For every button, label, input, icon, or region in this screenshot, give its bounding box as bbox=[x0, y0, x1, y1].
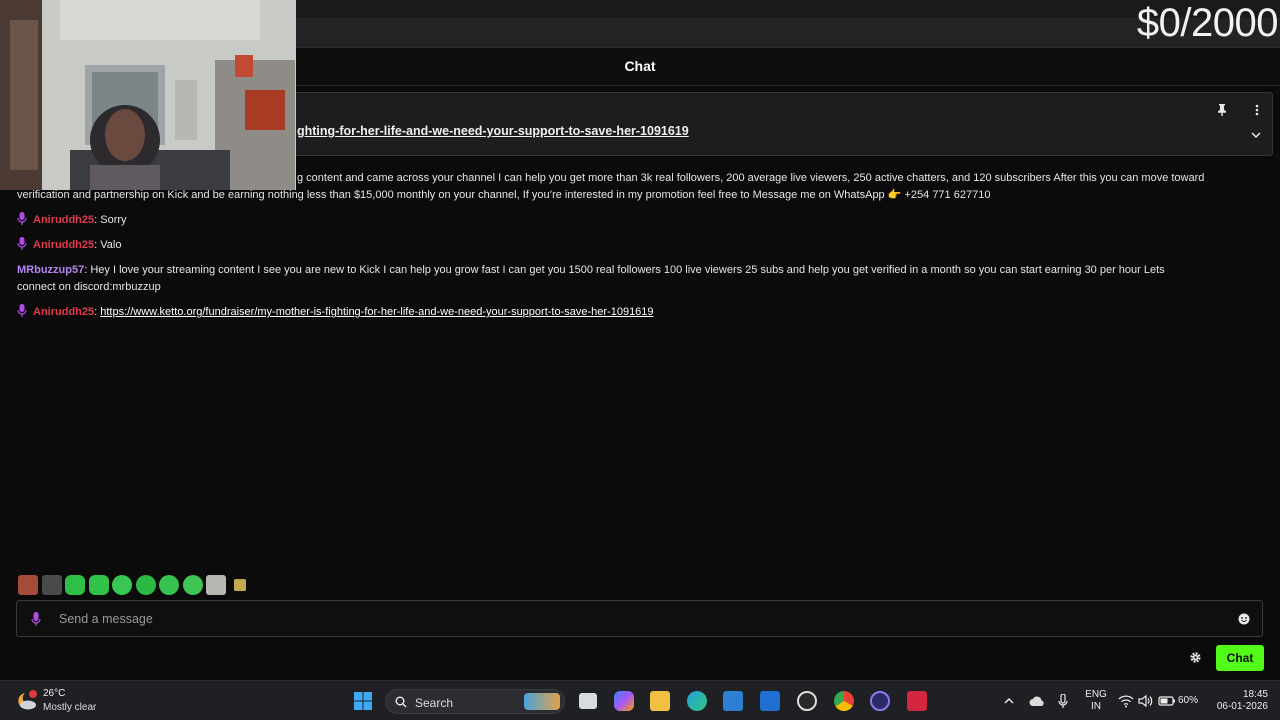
weather-moon-icon[interactable] bbox=[15, 690, 39, 712]
search-highlight-icon bbox=[524, 693, 560, 710]
language-code: ENG bbox=[1085, 689, 1107, 700]
chat-input-box[interactable] bbox=[16, 600, 1263, 637]
emote-icon[interactable] bbox=[233, 579, 246, 591]
windows-start-icon[interactable] bbox=[353, 691, 373, 711]
battery-percent[interactable]: 60% bbox=[1178, 695, 1198, 707]
goal-counter: $0/2000 bbox=[1136, 1, 1279, 45]
weather-temperature[interactable]: 26°C bbox=[43, 688, 65, 699]
task-view-icon[interactable] bbox=[579, 693, 597, 709]
webcam-overlay bbox=[0, 0, 296, 190]
message-text: : Hey I love your streaming content I se… bbox=[84, 264, 1165, 276]
emote-icon[interactable] bbox=[18, 575, 38, 595]
message-text: connect on discord:mrbuzzup bbox=[17, 281, 161, 293]
onedrive-cloud-icon[interactable] bbox=[1029, 695, 1045, 707]
pin-icon[interactable] bbox=[1216, 103, 1228, 117]
emote-icon[interactable] bbox=[112, 575, 132, 595]
weather-description[interactable]: Mostly clear bbox=[43, 702, 96, 713]
app-icon-red[interactable] bbox=[907, 691, 927, 711]
message-text: verification and partnership on Kick and… bbox=[17, 189, 991, 201]
outlook-icon[interactable] bbox=[760, 691, 780, 711]
chat-username[interactable]: MRbuzzup57 bbox=[17, 264, 84, 276]
chat-message: Aniruddh25: https://www.ketto.org/fundra… bbox=[17, 304, 654, 321]
emote-icon[interactable] bbox=[182, 575, 203, 595]
chat-message-input[interactable] bbox=[59, 610, 1209, 628]
emoji-icon[interactable] bbox=[1238, 613, 1250, 625]
taskbar-search[interactable]: Search bbox=[385, 689, 565, 714]
mic-badge-icon bbox=[17, 212, 27, 225]
language-indicator[interactable]: ENG IN bbox=[1084, 689, 1108, 713]
clock-time: 18:45 bbox=[1242, 689, 1268, 700]
chat-username[interactable]: Aniruddh25 bbox=[33, 214, 94, 226]
chat-message-continuation: connect on discord:mrbuzzup bbox=[17, 279, 161, 296]
emote-bar bbox=[18, 575, 250, 595]
chat-message: Aniruddh25: Valo bbox=[17, 237, 121, 254]
emote-icon[interactable] bbox=[65, 575, 85, 595]
app-icon[interactable] bbox=[870, 691, 890, 711]
mic-badge-icon bbox=[17, 304, 27, 317]
mic-icon[interactable] bbox=[31, 612, 41, 626]
microsoft-store-icon[interactable] bbox=[723, 691, 743, 711]
pinned-link[interactable]: ghting-for-her-life-and-we-need-your-sup… bbox=[297, 124, 689, 138]
more-options-icon[interactable] bbox=[1254, 103, 1260, 117]
emote-icon[interactable] bbox=[159, 575, 179, 595]
search-icon bbox=[395, 696, 407, 708]
windows-taskbar: 26°C Mostly clear Search ENG IN 60% 18:4… bbox=[0, 680, 1280, 720]
emote-icon[interactable] bbox=[206, 575, 226, 595]
edge-browser-icon[interactable] bbox=[687, 691, 707, 711]
chevron-up-icon[interactable] bbox=[1003, 695, 1015, 707]
settings-gear-icon[interactable] bbox=[1189, 651, 1202, 664]
battery-icon[interactable] bbox=[1158, 695, 1176, 707]
chevron-down-icon[interactable] bbox=[1250, 129, 1262, 141]
mic-badge-icon bbox=[17, 237, 27, 250]
message-text: : Valo bbox=[94, 239, 122, 251]
emote-icon[interactable] bbox=[41, 575, 62, 595]
message-link[interactable]: https://www.ketto.org/fundraiser/my-moth… bbox=[100, 306, 653, 318]
file-explorer-icon[interactable] bbox=[650, 691, 670, 711]
chat-message: Aniruddh25: Sorry bbox=[17, 212, 127, 229]
region-code: IN bbox=[1091, 701, 1101, 712]
obs-studio-icon[interactable] bbox=[797, 691, 817, 711]
search-label: Search bbox=[415, 696, 454, 710]
chat-message: g content and came across your channel I… bbox=[297, 170, 1257, 187]
chat-message: MRbuzzup57: Hey I love your streaming co… bbox=[17, 262, 1257, 279]
chat-message-continuation: verification and partnership on Kick and… bbox=[17, 187, 990, 204]
send-chat-button[interactable]: Chat bbox=[1216, 645, 1264, 671]
clock-date: 06-01-2026 bbox=[1216, 701, 1268, 712]
emote-icon[interactable] bbox=[88, 575, 109, 595]
chat-username[interactable]: Aniruddh25 bbox=[33, 239, 94, 251]
chrome-icon[interactable] bbox=[834, 691, 854, 711]
copilot-icon[interactable] bbox=[614, 691, 634, 711]
chat-username[interactable]: Aniruddh25 bbox=[33, 306, 94, 318]
message-text: g content and came across your channel I… bbox=[297, 172, 1205, 184]
speaker-icon[interactable] bbox=[1138, 694, 1154, 708]
clock[interactable]: 18:45 06-01-2026 bbox=[1210, 689, 1268, 713]
message-text: : Sorry bbox=[94, 214, 127, 226]
microphone-icon[interactable] bbox=[1058, 694, 1068, 709]
webcam-image bbox=[0, 0, 296, 190]
emote-icon[interactable] bbox=[135, 575, 156, 595]
wifi-icon[interactable] bbox=[1118, 694, 1134, 708]
